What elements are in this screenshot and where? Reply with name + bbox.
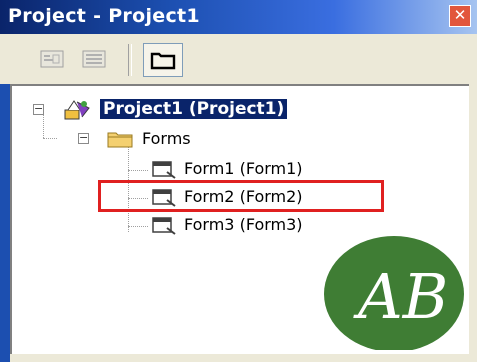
close-button[interactable]: ✕ — [449, 5, 471, 27]
toggle-folders-button[interactable] — [143, 43, 183, 77]
tree-node-project1[interactable]: − Project1 (Project1) — [12, 98, 471, 122]
project-icon — [64, 100, 90, 120]
collapse-toggle[interactable]: − — [33, 103, 44, 115]
form-icon — [152, 217, 176, 235]
view-object-icon — [82, 50, 106, 68]
view-object-button[interactable] — [80, 46, 110, 72]
form-icon — [152, 161, 176, 179]
highlight-box — [98, 180, 384, 212]
title-bar[interactable]: Project - Project1 ✕ — [0, 0, 477, 34]
ab-logo: AB — [324, 236, 464, 350]
folder-icon — [107, 132, 133, 148]
close-icon: ✕ — [453, 6, 467, 24]
collapse-toggle[interactable]: − — [78, 132, 89, 144]
toolbar — [0, 34, 477, 84]
logo-text: AB — [353, 260, 448, 333]
toolbar-separator — [128, 44, 132, 76]
tree-node-label: Form1 (Form1) — [184, 159, 303, 178]
tree-node-label: Project1 (Project1) — [100, 99, 288, 119]
tree-node-label: Forms — [142, 129, 191, 148]
tree-node-label: Form3 (Form3) — [184, 215, 303, 234]
project-explorer-window: Project - Project1 ✕ − Project1 (Project… — [0, 0, 477, 362]
tree-node-forms[interactable]: − Forms — [12, 128, 471, 152]
tree-node-form1[interactable]: Form1 (Form1) — [12, 158, 471, 182]
view-code-button[interactable] — [38, 46, 68, 72]
view-code-icon — [40, 50, 64, 68]
folder-icon — [150, 52, 176, 70]
window-title: Project - Project1 — [8, 5, 200, 27]
